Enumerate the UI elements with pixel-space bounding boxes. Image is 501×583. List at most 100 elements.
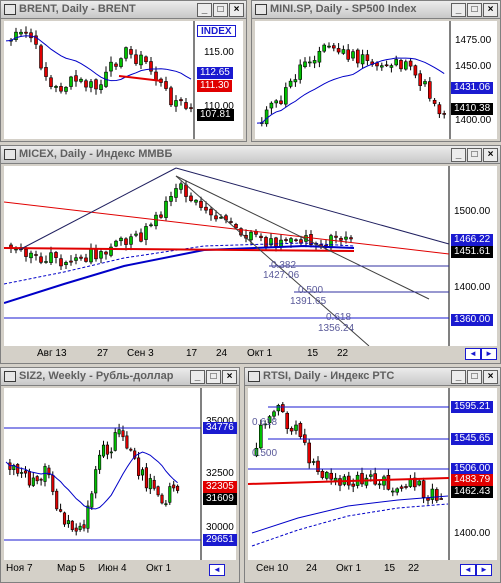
rtsi-title-bar[interactable]: RTSI, Daily - Индекс РТС _ □ × bbox=[245, 368, 500, 386]
brent-chart-window[interactable]: BRENT, Daily - BRENT _ □ × 115.00 110.00… bbox=[0, 0, 247, 142]
price-tag-blue: 1466.22 bbox=[451, 234, 494, 246]
candle-body bbox=[341, 49, 346, 54]
rtsi-plot-area[interactable]: 1400.00 1595.21 1545.65 1506.00 1483.79 … bbox=[248, 388, 497, 560]
maximize-button[interactable]: □ bbox=[206, 370, 221, 384]
micex-title-bar[interactable]: MICEX, Daily - Индекс ММВБ _ □ × bbox=[1, 146, 500, 164]
candle-body bbox=[298, 423, 303, 437]
candle-body bbox=[311, 461, 316, 463]
scroll-left-button[interactable]: ◄ bbox=[465, 348, 481, 360]
maximize-button[interactable]: □ bbox=[213, 3, 228, 17]
last-price-tag: 1462.43 bbox=[451, 486, 494, 498]
candle-body bbox=[329, 472, 333, 480]
time-axis-label: Мар 5 bbox=[57, 563, 85, 574]
candle-body bbox=[20, 472, 24, 474]
candle-body bbox=[62, 512, 67, 525]
candle-body bbox=[124, 238, 128, 245]
candle-body bbox=[99, 251, 103, 259]
scroll-right-button[interactable]: ► bbox=[476, 564, 492, 576]
candle-body bbox=[344, 236, 348, 240]
micex-time-axis: Авг 13 27 Сен 3 17 24 Окт 1 15 22 ◄ ► bbox=[4, 347, 497, 361]
maximize-button[interactable]: □ bbox=[467, 3, 482, 17]
minimize-button[interactable]: _ bbox=[451, 148, 466, 162]
rtsi-time-axis: Сен 10 24 Окт 1 15 22 ◄ ► bbox=[248, 562, 497, 578]
candle-body bbox=[79, 256, 83, 259]
moving-average-line bbox=[5, 35, 192, 82]
minimize-button[interactable]: _ bbox=[451, 3, 466, 17]
candle-body bbox=[168, 486, 172, 503]
siz2-chart-window[interactable]: SIZ2, Weekly - Рубль-доллар _ □ × 35000 … bbox=[0, 367, 240, 583]
minimize-button[interactable]: _ bbox=[451, 370, 466, 384]
scroll-right-button[interactable]: ► bbox=[481, 348, 497, 360]
candle-body bbox=[144, 56, 148, 63]
time-axis-label: Июн 4 bbox=[98, 563, 127, 574]
candle-body bbox=[442, 113, 446, 115]
brent-title-bar[interactable]: BRENT, Daily - BRENT _ □ × bbox=[1, 1, 246, 19]
candle-body bbox=[284, 239, 288, 241]
time-axis-label: Ноя 7 bbox=[6, 563, 33, 574]
candle-body bbox=[360, 54, 365, 65]
candle-body bbox=[289, 238, 293, 243]
candle-body bbox=[144, 467, 148, 489]
candle-body bbox=[417, 480, 421, 486]
minimize-button[interactable]: _ bbox=[197, 3, 212, 17]
maximize-button[interactable]: □ bbox=[467, 370, 482, 384]
close-button[interactable]: × bbox=[483, 370, 498, 384]
candle-body bbox=[307, 61, 312, 64]
candle-body bbox=[24, 248, 28, 257]
mini-sp-chart-window[interactable]: MINI.SP, Daily - SP500 Index _ □ × 1475.… bbox=[251, 0, 501, 142]
maximize-button[interactable]: □ bbox=[467, 148, 482, 162]
minimize-button[interactable]: _ bbox=[190, 370, 205, 384]
candle-body bbox=[31, 477, 35, 486]
price-axis-label: 32500 bbox=[206, 468, 234, 479]
mini-sp-title-bar[interactable]: MINI.SP, Daily - SP500 Index _ □ × bbox=[252, 1, 500, 19]
fib-ratio-label: 0.500 bbox=[298, 285, 324, 296]
candle-body bbox=[399, 486, 404, 489]
candle-body bbox=[55, 490, 59, 510]
fib-price-label: 1391.65 bbox=[290, 296, 327, 307]
scroll-left-button[interactable]: ◄ bbox=[209, 564, 225, 576]
close-button[interactable]: × bbox=[483, 3, 498, 17]
candle-body bbox=[174, 100, 178, 107]
candle-body bbox=[109, 61, 113, 72]
candle-body bbox=[421, 480, 426, 498]
time-axis-label: 15 bbox=[384, 563, 396, 574]
candle-body bbox=[44, 67, 48, 77]
siz2-plot-area[interactable]: 35000 32500 30000 34776 32305 31609 2965… bbox=[4, 388, 237, 560]
price-axis-label: 115.00 bbox=[204, 47, 234, 58]
candle-body bbox=[312, 60, 317, 64]
candle-body bbox=[426, 497, 430, 501]
candle-body bbox=[219, 216, 223, 219]
micex-chart-window[interactable]: MICEX, Daily - Индекс ММВБ _ □ × 1500.00… bbox=[0, 145, 501, 364]
siz2-title-bar[interactable]: SIZ2, Weekly - Рубль-доллар _ □ × bbox=[1, 368, 239, 386]
price-axis-label: 1475.00 bbox=[455, 35, 492, 46]
price-axis-label: 30000 bbox=[206, 522, 234, 533]
candle-body bbox=[285, 412, 290, 429]
candle-body bbox=[289, 428, 294, 432]
micex-plot-area[interactable]: 1500.00 1400.00 1466.22 1451.61 1360.00 … bbox=[4, 166, 497, 346]
chart-window-icon bbox=[4, 149, 16, 160]
candle-body bbox=[119, 237, 123, 242]
last-price-tag: 1410.38 bbox=[451, 103, 494, 115]
candle-body bbox=[294, 424, 298, 431]
candle-body bbox=[332, 45, 336, 49]
candle-body bbox=[377, 483, 382, 486]
candle-body bbox=[333, 477, 338, 481]
candle-body bbox=[174, 188, 178, 198]
candle-body bbox=[437, 104, 442, 115]
candle-body bbox=[105, 444, 109, 455]
fib-ratio-label: 0.500 bbox=[252, 448, 278, 459]
candle-body bbox=[129, 49, 133, 55]
fib-ratio-label: 0.618 bbox=[326, 312, 352, 323]
close-button[interactable]: × bbox=[483, 148, 498, 162]
mini-sp-plot-area[interactable]: 1475.00 1450.00 1400.00 1431.06 1410.38 bbox=[255, 21, 497, 139]
candle-body bbox=[23, 470, 28, 474]
candle-body bbox=[408, 60, 413, 67]
close-button[interactable]: × bbox=[222, 370, 237, 384]
candle-body bbox=[391, 490, 395, 493]
candle-body bbox=[160, 494, 164, 504]
brent-plot-area[interactable]: 115.00 110.00 INDEX 112.65 111.30 107.81 bbox=[4, 21, 243, 139]
rtsi-chart-window[interactable]: RTSI, Daily - Индекс РТС _ □ × 1400.00 1… bbox=[244, 367, 501, 583]
close-button[interactable]: × bbox=[229, 3, 244, 17]
scroll-left-button[interactable]: ◄ bbox=[460, 564, 476, 576]
candle-body bbox=[66, 520, 70, 525]
